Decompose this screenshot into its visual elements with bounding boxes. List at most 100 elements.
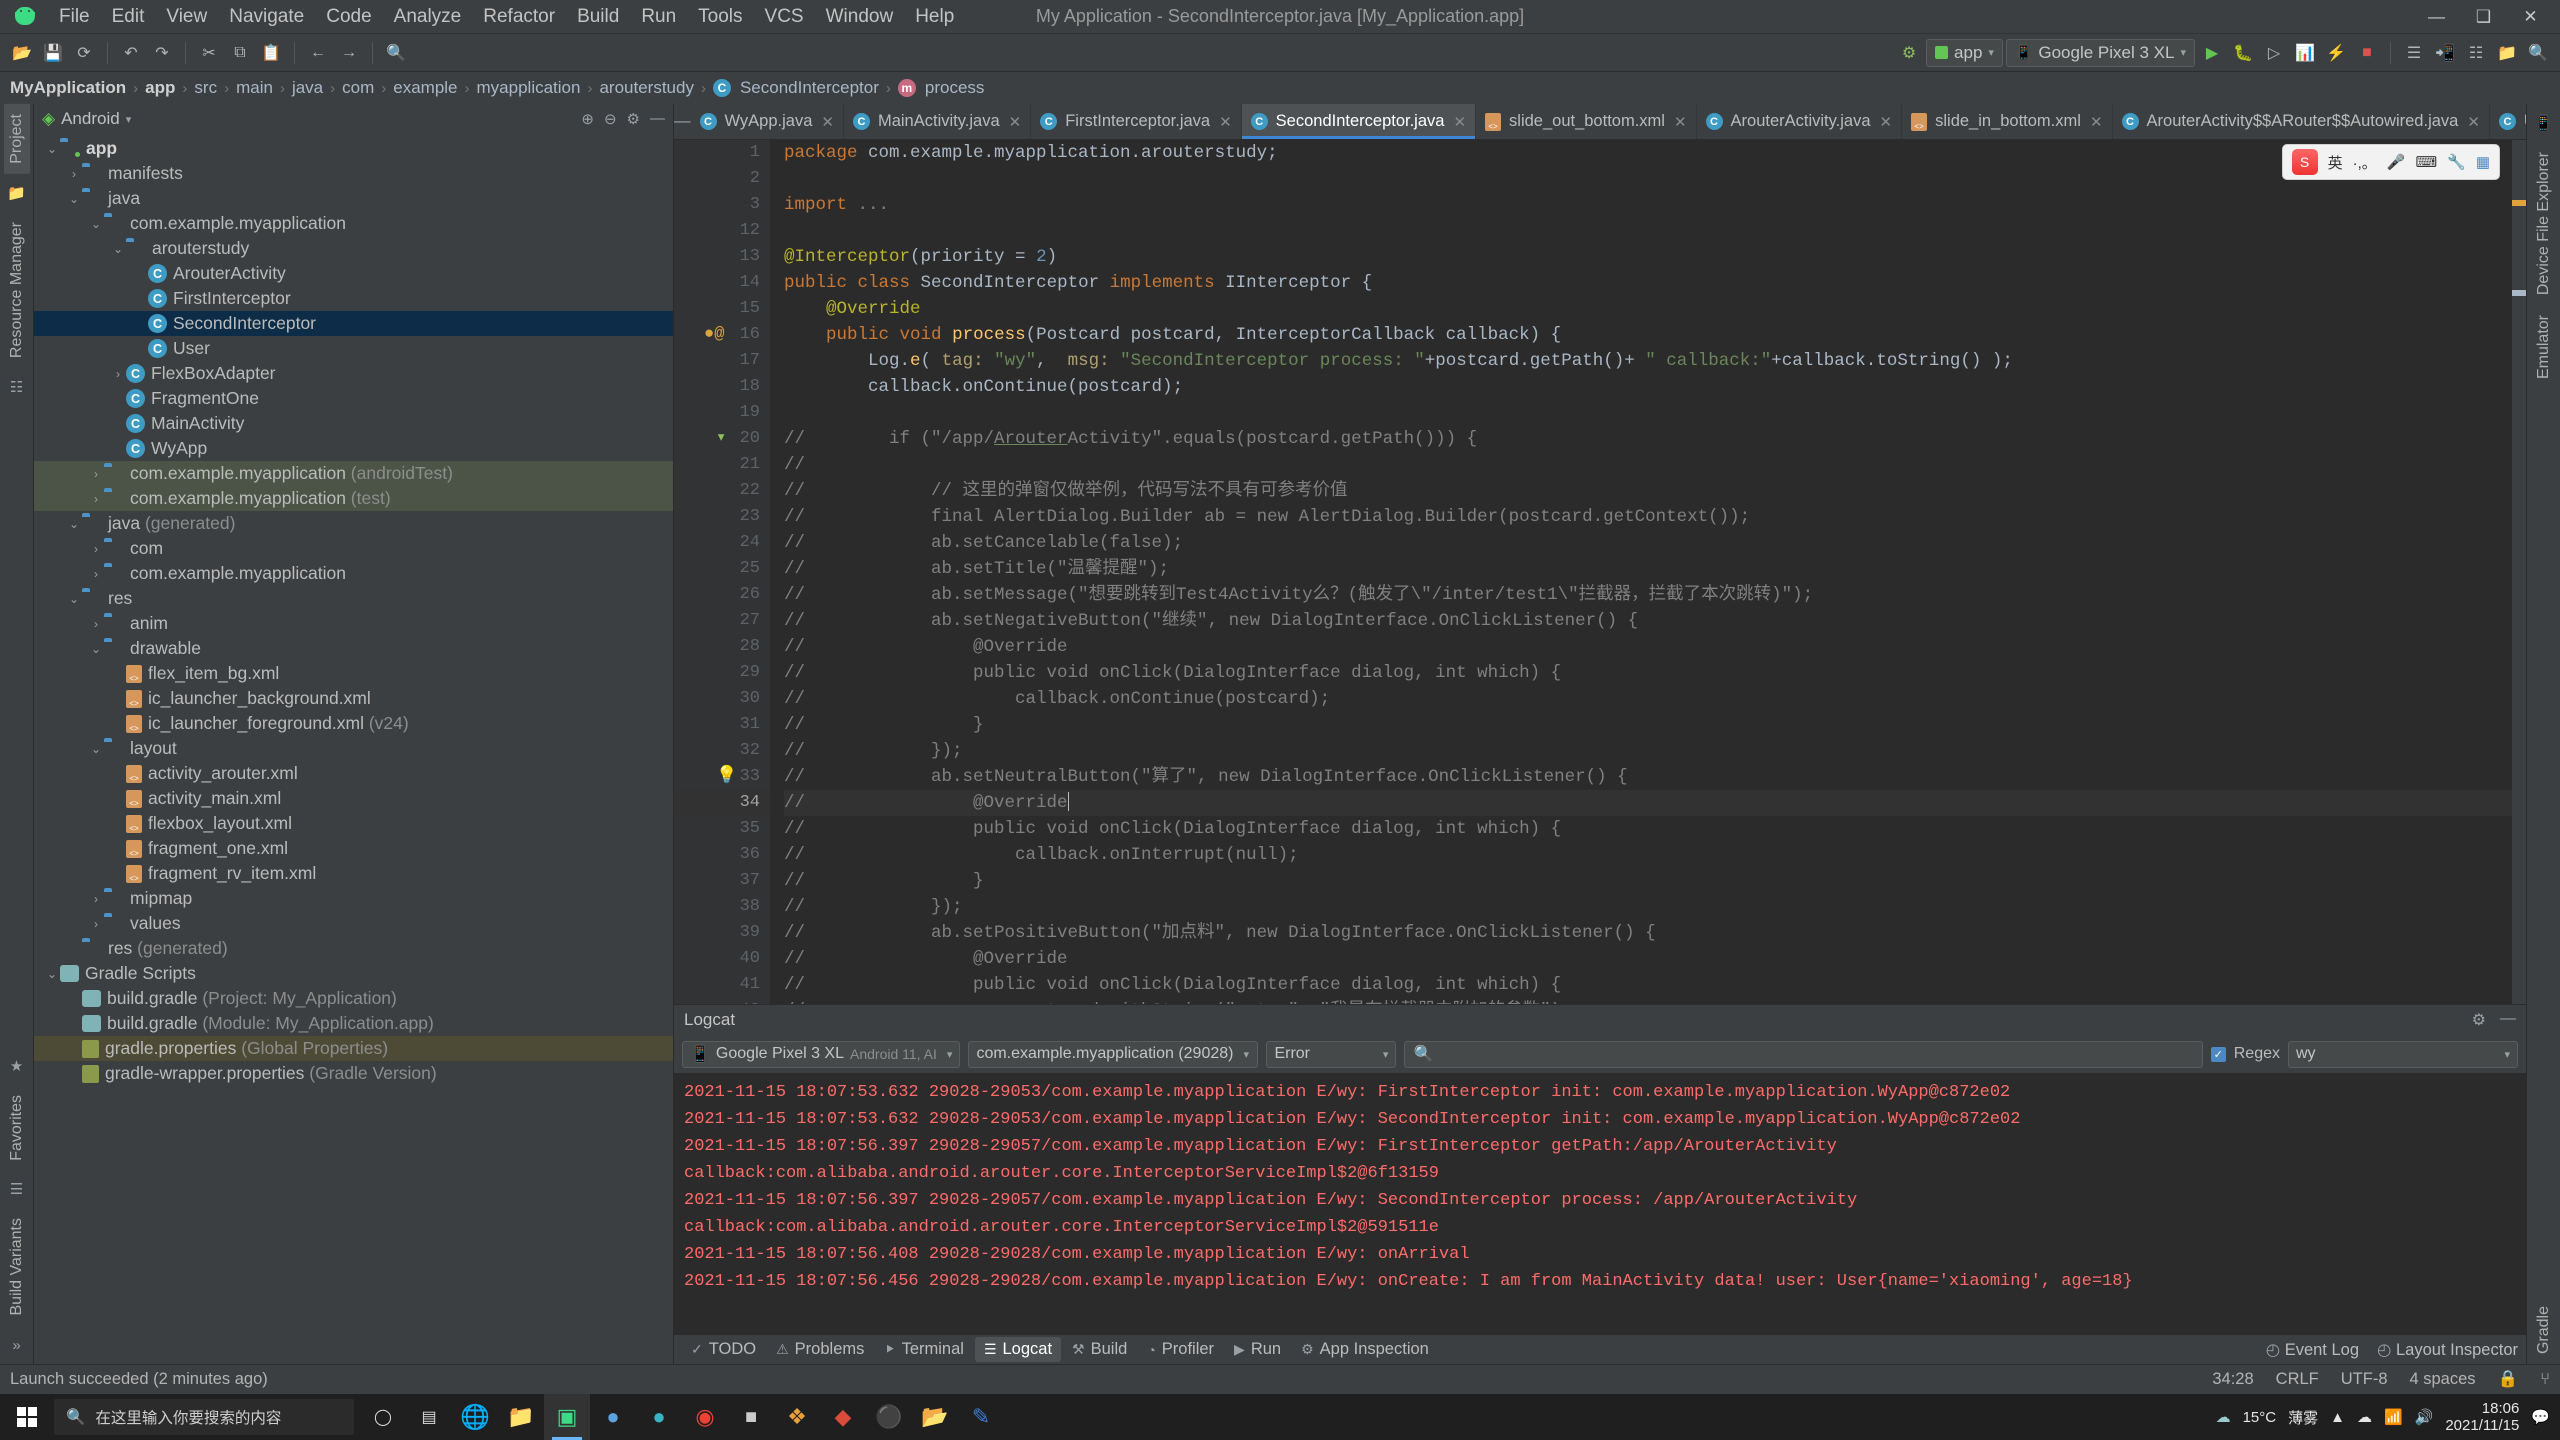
tree-item[interactable]: C MainActivity xyxy=(34,411,673,436)
menu-item-build[interactable]: Build xyxy=(566,3,630,31)
favorites-star-icon[interactable]: ★ xyxy=(4,1053,30,1079)
editor-tab[interactable]: C FirstInterceptor.java ✕ xyxy=(1031,104,1242,139)
code-line[interactable] xyxy=(784,400,2526,426)
tree-item[interactable]: build.gradle (Project: My_Application) xyxy=(34,986,673,1011)
breadcrumb-item-project[interactable]: MyApplication xyxy=(10,78,126,98)
menu-item-file[interactable]: File xyxy=(48,3,101,31)
edge-icon[interactable]: 🌐 xyxy=(452,1394,498,1440)
minimize-button[interactable]: — xyxy=(2413,0,2460,33)
logcat-output[interactable]: 2021-11-15 18:07:53.632 29028-29053/com.… xyxy=(674,1073,2526,1334)
bottom-right-tab[interactable]: ◴ Event Log xyxy=(2266,1340,2359,1360)
system-tray[interactable]: ☁ 15°C 薄雾 ▲ ☁ 📶 🔊 18:06 2021/11/15 💬 xyxy=(2216,1400,2560,1435)
toolbox-icon[interactable]: 🔧 xyxy=(2447,153,2466,171)
sync-icon[interactable]: ⟳ xyxy=(70,39,98,67)
code-line[interactable]: // ab.setNegativeButton("继续", new Dialog… xyxy=(784,608,2526,634)
editor-area[interactable]: 1 2 3 12 13 14 15 ●@ 16 17 18 19 ▾ 20 21 22 23 24 25 26 27 28… xyxy=(674,140,2526,1004)
collapse-all-icon[interactable]: ⊖ xyxy=(604,110,617,128)
bottom-tab[interactable]: ✓ TODO xyxy=(682,1337,765,1362)
menu-item-help[interactable]: Help xyxy=(904,3,965,31)
code-line[interactable]: // final AlertDialog.Builder ab = new Al… xyxy=(784,504,2526,530)
tray-cloud-icon[interactable]: ☁ xyxy=(2357,1408,2372,1426)
close-icon[interactable]: ✕ xyxy=(1880,113,1893,131)
status-bar-right[interactable]: 34:28 CRLF UTF-8 4 spaces 🔒 ⑂ xyxy=(2212,1370,2550,1389)
logcat-search-input[interactable]: 🔍 xyxy=(1404,1040,2203,1068)
editor-tab[interactable]: slide_in_bottom.xml ✕ xyxy=(1902,104,2113,139)
chevron-down-icon[interactable]: ⌄ xyxy=(44,142,60,156)
bottom-tab[interactable]: ◔ Profiler xyxy=(1138,1337,1223,1362)
code-line[interactable]: // ab.setTitle("温馨提醒"); xyxy=(784,556,2526,582)
taskbar-clock[interactable]: 18:06 2021/11/15 xyxy=(2445,1400,2519,1435)
menu-item-navigate[interactable]: Navigate xyxy=(218,3,315,31)
menu-item-view[interactable]: View xyxy=(155,3,218,31)
android-studio-icon[interactable]: ▣ xyxy=(544,1394,590,1440)
menu-item-refactor[interactable]: Refactor xyxy=(472,3,566,31)
close-icon[interactable]: ✕ xyxy=(2467,113,2480,131)
tree-item[interactable]: gradle.properties (Global Properties) xyxy=(34,1036,673,1061)
logcat-header-tools[interactable]: ⚙ — xyxy=(2472,1010,2516,1030)
maximize-button[interactable]: ❑ xyxy=(2460,0,2507,33)
app-red-icon[interactable]: ◆ xyxy=(820,1394,866,1440)
marker[interactable] xyxy=(2512,290,2526,296)
close-icon[interactable]: ✕ xyxy=(1219,113,1232,131)
bottom-tab[interactable]: ▶ Run xyxy=(1225,1337,1290,1362)
expand-rail-icon[interactable]: » xyxy=(4,1332,30,1358)
weather-icon[interactable]: ☁ xyxy=(2216,1408,2231,1426)
redo-icon[interactable]: ↷ xyxy=(148,39,176,67)
device-selector[interactable]: 📱 Google Pixel 3 XL ▾ xyxy=(2005,38,2195,67)
code-line[interactable]: // // 这里的弹窗仅做举例，代码写法不具有可参考价值 xyxy=(784,478,2526,504)
chevron-right-icon[interactable]: › xyxy=(66,167,82,181)
copy-icon[interactable]: ⧉ xyxy=(226,39,254,67)
chevron-down-icon[interactable]: ⌄ xyxy=(66,517,82,531)
cortana-icon[interactable]: ◯ xyxy=(360,1394,406,1440)
chevron-right-icon[interactable]: › xyxy=(88,617,104,631)
code-line[interactable]: callback.onContinue(postcard); xyxy=(784,374,2526,400)
project-structure-icon[interactable]: ⚙ xyxy=(1895,39,1923,67)
breadcrumb-item-method[interactable]: process xyxy=(925,78,985,98)
bottom-right-tab[interactable]: ◴ Layout Inspector xyxy=(2377,1340,2518,1360)
logcat-process-selector[interactable]: com.example.myapplication (29028) ▾ xyxy=(968,1040,1259,1068)
chevron-down-icon[interactable]: ⌄ xyxy=(88,642,104,656)
apply-changes-icon[interactable]: ⚡ xyxy=(2322,39,2350,67)
code-line[interactable]: import ... xyxy=(784,192,2526,218)
tree-item[interactable]: › anim xyxy=(34,611,673,636)
bottom-tabs-right[interactable]: ◴ Event Log ◴ Layout Inspector xyxy=(2266,1340,2518,1360)
breadcrumb[interactable]: MyApplication › app › src › main › java … xyxy=(0,72,2560,104)
chevron-right-icon[interactable]: › xyxy=(88,467,104,481)
bottom-tab[interactable]: ⚒ Build xyxy=(1063,1337,1136,1362)
rail-tab-device-file-explorer[interactable]: Device File Explorer xyxy=(2531,142,2557,305)
tray-network-icon[interactable]: 📶 xyxy=(2384,1408,2403,1426)
code-line[interactable]: // ab.setNeutralButton("算了", new DialogI… xyxy=(784,764,2526,790)
close-icon[interactable]: ✕ xyxy=(1453,113,1466,131)
breadcrumb-item-src[interactable]: src xyxy=(194,78,217,98)
breadcrumb-item-app[interactable]: app xyxy=(145,78,175,98)
rail-tab-project[interactable]: Project xyxy=(3,104,30,174)
build-variants-icon[interactable]: ☰ xyxy=(4,1176,30,1202)
app-globe-icon[interactable]: ⚫ xyxy=(866,1394,912,1440)
tree-item[interactable]: ⌄ Gradle Scripts xyxy=(34,961,673,986)
bottom-tab[interactable]: ☰ Logcat xyxy=(974,1337,1062,1362)
tree-item[interactable]: C ArouterActivity xyxy=(34,261,673,286)
tree-item[interactable]: › com.example.myapplication (androidTest) xyxy=(34,461,673,486)
project-panel-tools[interactable]: ⊕ ⊖ ⚙ — xyxy=(581,110,665,128)
file-encoding[interactable]: UTF-8 xyxy=(2341,1370,2388,1389)
breadcrumb-item-arouterstudy[interactable]: arouterstudy xyxy=(599,78,694,98)
hide-panel-icon[interactable]: — xyxy=(650,110,665,128)
run-coverage-icon[interactable]: ▷ xyxy=(2260,39,2288,67)
code-line[interactable]: package com.example.myapplication.aroute… xyxy=(784,140,2526,166)
run-icon[interactable]: ▶ xyxy=(2198,39,2226,67)
debug-icon[interactable]: 🐛 xyxy=(2229,39,2257,67)
rail-tab-gradle[interactable]: Gradle xyxy=(2531,1296,2557,1364)
tree-item[interactable]: build.gradle (Module: My_Application.app… xyxy=(34,1011,673,1036)
status-bar[interactable]: Launch succeeded (2 minutes ago) 34:28 C… xyxy=(0,1364,2560,1394)
breadcrumb-item-java[interactable]: java xyxy=(292,78,323,98)
weather-desc[interactable]: 薄雾 xyxy=(2288,1407,2318,1428)
code-line[interactable]: // xyxy=(784,452,2526,478)
regex-checkbox[interactable]: ✓ xyxy=(2210,1046,2226,1062)
tree-item[interactable]: ⌄ drawable xyxy=(34,636,673,661)
code-line[interactable]: // ab.setCancelable(false); xyxy=(784,530,2526,556)
device-manager-icon[interactable]: 📱 xyxy=(2531,110,2557,136)
menu-item-vcs[interactable]: VCS xyxy=(754,3,815,31)
tree-item[interactable]: › com.example.myapplication xyxy=(34,561,673,586)
window-controls[interactable]: — ❑ ✕ xyxy=(2413,0,2554,33)
code-line[interactable]: // public void onClick(DialogInterface d… xyxy=(784,816,2526,842)
